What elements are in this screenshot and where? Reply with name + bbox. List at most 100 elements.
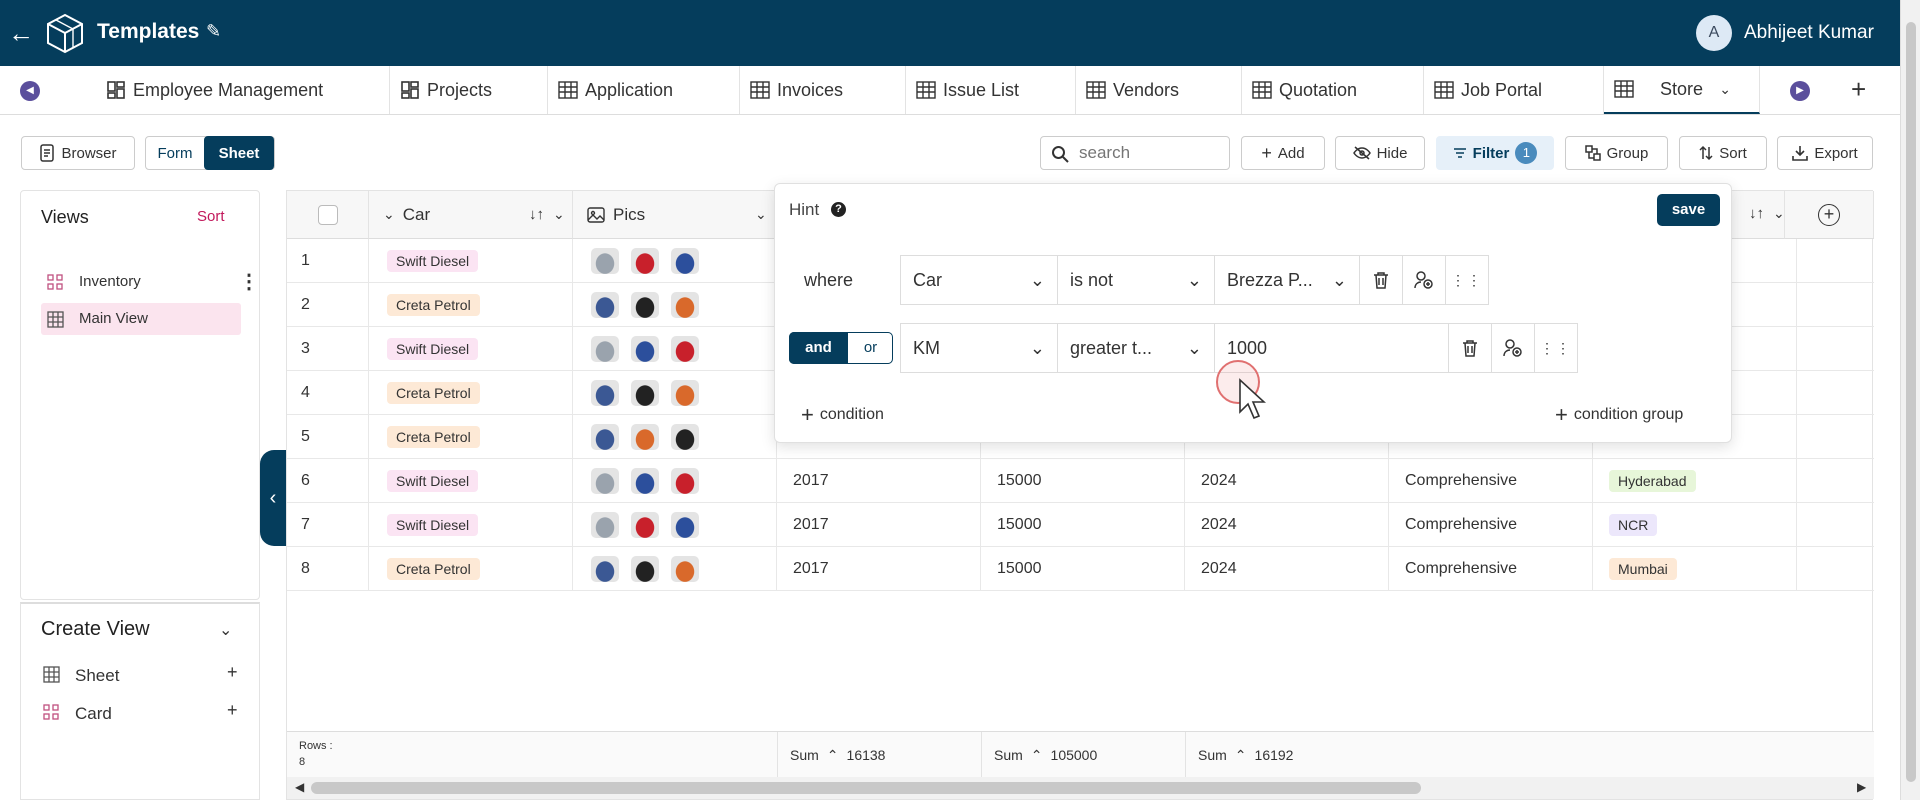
- view-item-main-view[interactable]: Main View: [41, 303, 241, 335]
- year-cell[interactable]: 2017: [777, 547, 981, 591]
- year2-cell[interactable]: 2024: [1185, 459, 1389, 503]
- tab-vendors[interactable]: Vendors: [1076, 66, 1242, 114]
- table-row[interactable]: 7 Swift Diesel 2017 15000 2024 Comprehensive N…: [287, 503, 1874, 547]
- pics-cell[interactable]: [573, 459, 777, 503]
- pics-cell[interactable]: [573, 415, 777, 459]
- add-button[interactable]: + Add: [1241, 136, 1325, 170]
- pics-cell[interactable]: [573, 327, 777, 371]
- table-row[interactable]: 8 Creta Petrol 2017 15000 2024 Comprehensive M…: [287, 547, 1874, 591]
- browser-button[interactable]: Browser: [21, 136, 135, 170]
- car-cell[interactable]: Creta Petrol: [369, 371, 573, 415]
- column-menu-icon[interactable]: ⌄: [755, 206, 767, 223]
- car-thumbnail[interactable]: [591, 424, 619, 450]
- car-thumbnail[interactable]: [591, 380, 619, 406]
- insurance-cell[interactable]: Comprehensive: [1389, 503, 1593, 547]
- add-nested-button[interactable]: [1491, 323, 1535, 373]
- car-thumbnail[interactable]: [671, 248, 699, 274]
- pics-cell[interactable]: [573, 371, 777, 415]
- city-cell[interactable]: NCR: [1593, 503, 1797, 547]
- chevron-up-icon[interactable]: ⌃: [827, 747, 839, 764]
- km-cell[interactable]: 15000: [981, 547, 1185, 591]
- field-select[interactable]: KM ⌄: [900, 323, 1058, 373]
- user-name[interactable]: Abhijeet Kumar: [1744, 22, 1874, 44]
- select-all-checkbox[interactable]: [317, 204, 338, 225]
- avatar[interactable]: A: [1696, 15, 1732, 51]
- chevron-up-icon[interactable]: ⌃: [1031, 747, 1043, 764]
- car-thumbnail[interactable]: [631, 292, 659, 318]
- tab-application[interactable]: Application: [548, 66, 740, 114]
- column-menu-icon[interactable]: ⌄: [553, 206, 565, 223]
- or-toggle[interactable]: or: [848, 332, 893, 364]
- tab-scroll-left-icon[interactable]: ◀: [20, 81, 40, 101]
- year-cell[interactable]: 2017: [777, 459, 981, 503]
- collapse-sidebar-handle[interactable]: ‹: [260, 450, 286, 546]
- car-thumbnail[interactable]: [671, 424, 699, 450]
- car-cell[interactable]: Swift Diesel: [369, 327, 573, 371]
- car-thumbnail[interactable]: [631, 248, 659, 274]
- operator-select[interactable]: greater t... ⌄: [1057, 323, 1215, 373]
- car-thumbnail[interactable]: [591, 512, 619, 538]
- drag-handle[interactable]: ⋮⋮: [1445, 255, 1489, 305]
- add-nested-button[interactable]: [1402, 255, 1446, 305]
- scroll-right-icon[interactable]: ▶: [1857, 780, 1866, 794]
- city-cell[interactable]: Mumbai: [1593, 547, 1797, 591]
- scrollbar-vertical[interactable]: [1900, 0, 1920, 800]
- column-sum[interactable]: Sum ⌃ 16192: [1185, 732, 1389, 778]
- tab-projects[interactable]: Projects: [390, 66, 548, 114]
- column-sum[interactable]: Sum ⌃ 105000: [981, 732, 1185, 778]
- insurance-cell[interactable]: Comprehensive: [1389, 547, 1593, 591]
- sort-icon[interactable]: ↓↑: [529, 206, 544, 223]
- back-arrow-icon[interactable]: ←: [8, 18, 34, 49]
- car-thumbnail[interactable]: [631, 512, 659, 538]
- car-thumbnail[interactable]: [631, 468, 659, 494]
- car-thumbnail[interactable]: [671, 336, 699, 362]
- pics-cell[interactable]: [573, 503, 777, 547]
- export-button[interactable]: Export: [1777, 136, 1873, 170]
- pics-cell[interactable]: [573, 547, 777, 591]
- chevron-up-icon[interactable]: ⌃: [1235, 747, 1247, 764]
- tab-issue-list[interactable]: Issue List: [906, 66, 1076, 114]
- create-card-view[interactable]: Card +: [41, 698, 241, 728]
- car-thumbnail[interactable]: [671, 556, 699, 582]
- help-icon[interactable]: ?: [831, 202, 846, 217]
- car-thumbnail[interactable]: [591, 292, 619, 318]
- plus-icon[interactable]: +: [227, 700, 238, 721]
- city-cell[interactable]: Hyderabad: [1593, 459, 1797, 503]
- sort-button[interactable]: Sort: [1679, 136, 1767, 170]
- tab-store[interactable]: Store ⌄: [1604, 66, 1760, 114]
- km-cell[interactable]: 15000: [981, 503, 1185, 547]
- tab-job-portal[interactable]: Job Portal: [1424, 66, 1604, 114]
- car-thumbnail[interactable]: [631, 380, 659, 406]
- edit-pencil-icon[interactable]: ✎: [206, 21, 221, 42]
- sheet-toggle[interactable]: Sheet: [204, 136, 274, 170]
- tab-invoices[interactable]: Invoices: [740, 66, 906, 114]
- delete-condition-button[interactable]: [1448, 323, 1492, 373]
- and-toggle[interactable]: and: [789, 332, 848, 364]
- value-select[interactable]: Brezza P... ⌄: [1214, 255, 1360, 305]
- tab-employee-management[interactable]: Employee Management: [96, 66, 390, 114]
- chevron-down-icon[interactable]: ⌄: [1719, 81, 1731, 98]
- car-thumbnail[interactable]: [591, 468, 619, 494]
- tab-scroll-right-icon[interactable]: ▶: [1790, 81, 1810, 101]
- car-cell[interactable]: Swift Diesel: [369, 503, 573, 547]
- views-sort-link[interactable]: Sort: [197, 208, 225, 225]
- car-thumbnail[interactable]: [591, 336, 619, 362]
- km-cell[interactable]: 15000: [981, 459, 1185, 503]
- car-thumbnail[interactable]: [591, 248, 619, 274]
- view-item-inventory[interactable]: Inventory ⋮: [41, 265, 259, 297]
- drag-handle[interactable]: ⋮⋮: [1534, 323, 1578, 373]
- car-cell[interactable]: Swift Diesel: [369, 459, 573, 503]
- year2-cell[interactable]: 2024: [1185, 547, 1389, 591]
- pics-cell[interactable]: [573, 283, 777, 327]
- operator-select[interactable]: is not ⌄: [1057, 255, 1215, 305]
- collapse-chevron-icon[interactable]: ⌄: [219, 620, 232, 640]
- car-cell[interactable]: Swift Diesel: [369, 239, 573, 283]
- form-toggle[interactable]: Form: [146, 136, 204, 170]
- create-sheet-view[interactable]: Sheet +: [41, 660, 241, 690]
- car-thumbnail[interactable]: [671, 380, 699, 406]
- table-row[interactable]: 6 Swift Diesel 2017 15000 2024 Comprehensive H…: [287, 459, 1874, 503]
- column-header-car[interactable]: ⌄ Car ↓↑ ⌄: [369, 191, 573, 239]
- column-menu-icon[interactable]: ⌄: [1773, 205, 1785, 222]
- group-button[interactable]: Group: [1565, 136, 1668, 170]
- column-header-pics[interactable]: Pics ⌄: [573, 191, 777, 239]
